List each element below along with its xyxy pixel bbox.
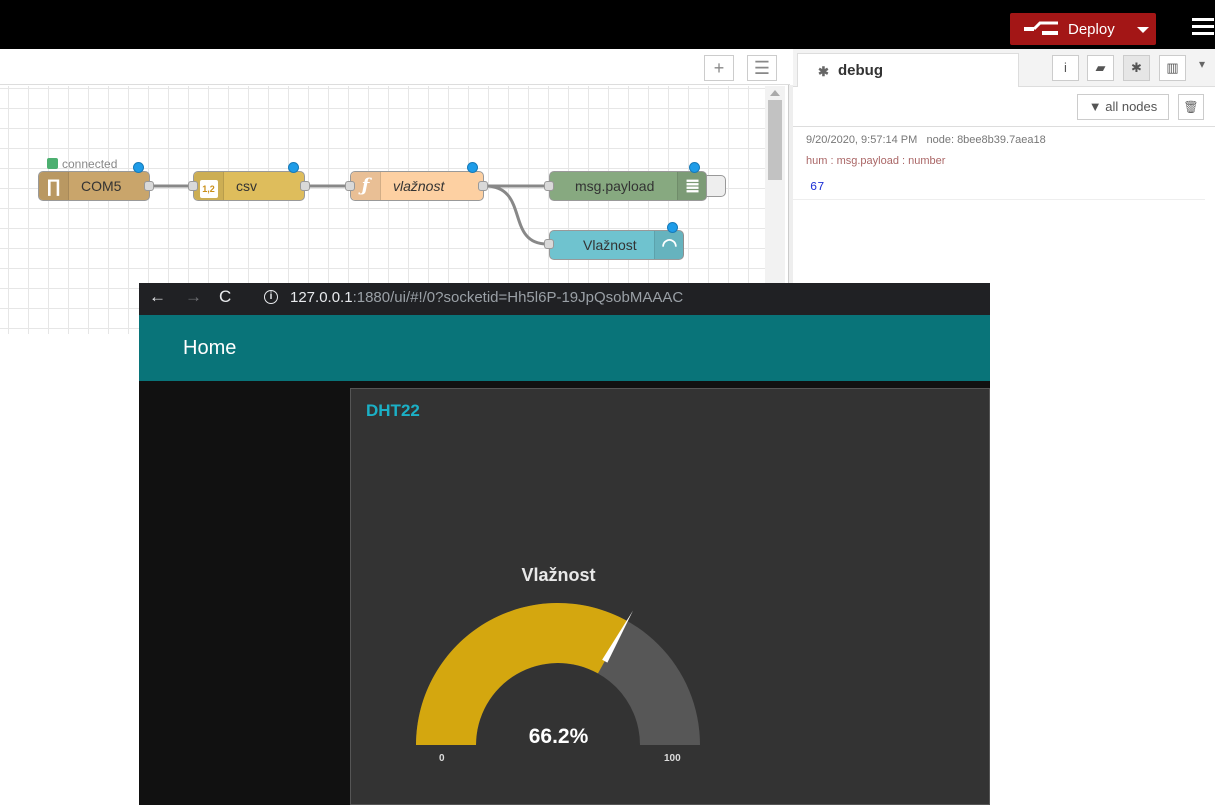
input-port[interactable] xyxy=(544,181,554,191)
chevron-down-icon[interactable] xyxy=(1137,27,1149,33)
reload-icon[interactable]: C xyxy=(219,287,231,307)
bug-tab-icon[interactable]: ✱ xyxy=(1123,55,1150,81)
node-vlaznost-function[interactable]: ƒ vlažnost xyxy=(350,171,484,201)
csv-icon: 1,2 xyxy=(194,172,224,200)
trash-icon[interactable]: 🗑 xyxy=(1178,94,1204,120)
changed-indicator xyxy=(689,162,700,173)
dashboard-header: Home xyxy=(139,315,990,381)
filter-icon: ▼ xyxy=(1088,99,1106,114)
function-icon: ƒ xyxy=(351,172,381,200)
tab-debug-label: debug xyxy=(838,62,883,79)
gauge-min-label: 0 xyxy=(439,753,445,764)
bug-icon: ✱ xyxy=(818,64,829,79)
filter-all-nodes-button[interactable]: ▼ all nodes xyxy=(1077,94,1169,120)
status-dot-icon xyxy=(47,158,58,169)
node-vlaznost-gauge[interactable]: Vlažnost ◠ xyxy=(549,230,684,260)
changed-indicator xyxy=(133,162,144,173)
message-value: 67 xyxy=(810,180,825,194)
url-text: 127.0.0.1:1880/ui/#!/0?socketid=Hh5l6P-1… xyxy=(290,289,683,306)
back-arrow-icon[interactable]: ← xyxy=(149,287,166,307)
node-csv[interactable]: 1,2 csv xyxy=(193,171,305,201)
wire-fn-gauge xyxy=(484,184,548,246)
tab-debug[interactable]: ✱ debug xyxy=(797,53,1019,87)
deploy-label: Deploy xyxy=(1068,21,1115,38)
address-bar[interactable]: i 127.0.0.1:1880/ui/#!/0?socketid=Hh5l6P… xyxy=(252,286,852,312)
page-title: Home xyxy=(183,337,237,359)
node-label: Vlažnost xyxy=(583,237,637,253)
browser-window: ← → C i 127.0.0.1:1880/ui/#!/0?socketid=… xyxy=(139,283,990,805)
message-topic: hum : msg.payload : number xyxy=(806,155,946,167)
node-com5[interactable]: ∏ COM5 xyxy=(38,171,150,201)
debug-toolbar: ▼ all nodes 🗑 xyxy=(793,87,1215,127)
gauge-fill xyxy=(416,603,628,745)
debug-message[interactable]: 9/20/2020, 9:57:14 PM node: 8bee8b39.7ae… xyxy=(793,127,1205,200)
changed-indicator xyxy=(667,222,678,233)
node-label: csv xyxy=(236,178,257,194)
node-label: COM5 xyxy=(81,178,122,194)
gauge-value: 66.2% xyxy=(528,725,589,748)
url-path: :1880/ui/#!/0?socketid=Hh5l6P-19JpQsobMA… xyxy=(352,289,684,306)
node-msg-payload[interactable]: msg.payload ≣ xyxy=(549,171,707,201)
browser-toolbar: ← → C i 127.0.0.1:1880/ui/#!/0?socketid=… xyxy=(139,283,990,315)
output-port[interactable] xyxy=(300,181,310,191)
dht22-group: DHT22 Vlažnost 66.2% 0 100 xyxy=(350,388,990,805)
info-icon[interactable]: i xyxy=(1052,55,1079,81)
debug-sidebar: ✱ debug i ▰ ✱ ▥ ▾ ▼ all nodes 🗑 9/20/202… xyxy=(793,49,1215,284)
forward-arrow-icon[interactable]: → xyxy=(185,287,202,307)
info-icon[interactable]: i xyxy=(264,290,278,304)
screen: Deploy + ☰ ∏ COM5 connected 1,2 csv ƒ vl… xyxy=(0,0,1215,805)
output-port[interactable] xyxy=(144,181,154,191)
deploy-icon xyxy=(1024,21,1058,35)
message-node: node: 8bee8b39.7aea18 xyxy=(926,134,1046,146)
input-port[interactable] xyxy=(544,239,554,249)
output-port[interactable] xyxy=(478,181,488,191)
dashboard-body: DHT22 Vlažnost 66.2% 0 100 xyxy=(139,381,990,805)
message-meta: 9/20/2020, 9:57:14 PM node: 8bee8b39.7ae… xyxy=(806,134,1046,146)
sidebar-tabbar: ✱ debug i ▰ ✱ ▥ ▾ xyxy=(793,49,1215,87)
url-host: 127.0.0.1 xyxy=(290,289,353,306)
node-status: connected xyxy=(47,157,117,171)
chart-icon[interactable]: ▥ xyxy=(1159,55,1186,81)
message-timestamp: 9/20/2020, 9:57:14 PM xyxy=(806,134,918,146)
status-text: connected xyxy=(62,157,118,171)
debug-list-icon: ≣ xyxy=(677,172,707,200)
gauge-max-label: 100 xyxy=(664,753,681,764)
input-port[interactable] xyxy=(345,181,355,191)
serial-icon: ∏ xyxy=(39,172,69,200)
filter-label: all nodes xyxy=(1105,99,1158,114)
changed-indicator xyxy=(467,162,478,173)
debug-toggle-button[interactable] xyxy=(706,175,726,197)
input-port[interactable] xyxy=(188,181,198,191)
hamburger-menu-icon[interactable] xyxy=(1192,18,1214,36)
node-label: msg.payload xyxy=(575,178,655,194)
node-label: vlažnost xyxy=(393,178,445,194)
deploy-button[interactable]: Deploy xyxy=(1010,13,1156,45)
changed-indicator xyxy=(288,162,299,173)
chevron-down-icon[interactable]: ▾ xyxy=(1199,57,1205,71)
gauge-icon: ◠ xyxy=(654,231,684,259)
book-icon[interactable]: ▰ xyxy=(1087,55,1114,81)
